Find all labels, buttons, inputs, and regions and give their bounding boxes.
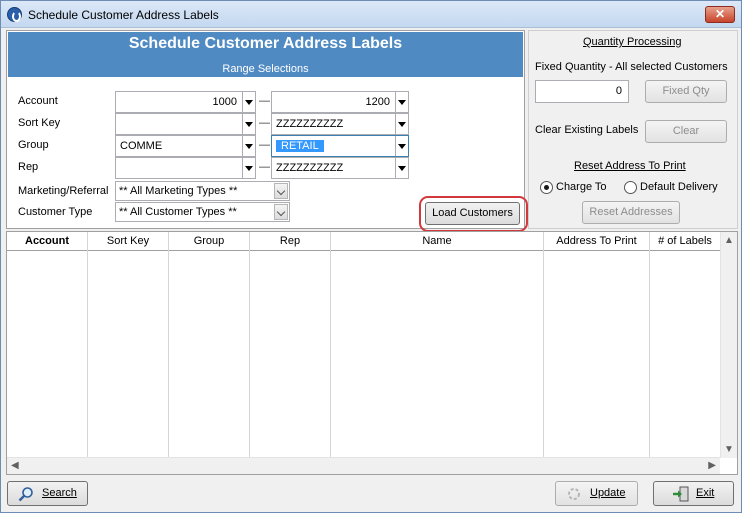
group-from-value: COMME: [120, 140, 163, 152]
customer-grid[interactable]: Account Sort Key Group Rep Name Address …: [6, 231, 738, 475]
account-from-field[interactable]: 1000: [115, 91, 256, 113]
group-from-dropdown-icon[interactable]: [242, 136, 255, 156]
clear-button[interactable]: Clear: [645, 120, 727, 143]
scroll-up-icon[interactable]: ▲: [724, 235, 734, 246]
horizontal-scrollbar[interactable]: ◀ ▶: [7, 457, 720, 474]
range-dash: —: [259, 161, 270, 173]
sort-key-from-field[interactable]: [115, 113, 256, 135]
title-bar[interactable]: Schedule Customer Address Labels ✕: [1, 1, 741, 28]
scroll-down-icon[interactable]: ▼: [724, 444, 734, 455]
rep-to-dropdown-icon[interactable]: [395, 158, 408, 178]
reset-address-title: Reset Address To Print: [574, 160, 686, 172]
fixed-quantity-value: 0: [615, 85, 622, 97]
update-button-label: Update: [590, 487, 626, 499]
close-button[interactable]: ✕: [705, 6, 735, 23]
sort-key-label: Sort Key: [18, 117, 61, 129]
refresh-icon: [568, 488, 580, 500]
window-title: Schedule Customer Address Labels: [28, 8, 219, 22]
sort-key-to-value: ZZZZZZZZZZ: [276, 118, 344, 130]
sort-key-to-field[interactable]: ZZZZZZZZZZ: [271, 113, 409, 135]
page-title: Schedule Customer Address Labels: [128, 35, 403, 52]
rep-to-value: ZZZZZZZZZZ: [276, 162, 344, 174]
column-header-name[interactable]: Name: [331, 232, 544, 251]
marketing-label: Marketing/Referral: [18, 185, 109, 197]
clear-existing-label: Clear Existing Labels: [535, 124, 639, 136]
charge-to-label: Charge To: [556, 181, 607, 193]
rep-to-field[interactable]: ZZZZZZZZZZ: [271, 157, 409, 179]
column-header-group[interactable]: Group: [169, 232, 250, 251]
group-label: Group: [18, 139, 49, 151]
column-header-rep[interactable]: Rep: [250, 232, 331, 251]
customer-type-select-value: ** All Customer Types **: [119, 206, 237, 218]
rep-from-dropdown-icon[interactable]: [242, 158, 255, 178]
quantity-processing-panel: Quantity Processing Fixed Quantity - All…: [528, 30, 738, 229]
quantity-processing-title: Quantity Processing: [583, 36, 682, 48]
load-customers-button[interactable]: Load Customers: [425, 202, 520, 225]
search-button-label: Search: [42, 487, 77, 499]
group-to-dropdown-icon[interactable]: [395, 136, 408, 156]
column-divider: [87, 251, 88, 458]
app-power-icon: [7, 7, 22, 22]
chevron-down-icon: [274, 183, 288, 199]
search-button[interactable]: Search: [7, 481, 88, 506]
range-dash: —: [259, 139, 270, 151]
marketing-select[interactable]: ** All Marketing Types **: [115, 181, 290, 201]
column-divider: [543, 251, 544, 458]
fixed-quantity-input[interactable]: 0: [535, 80, 629, 103]
grid-header: Account Sort Key Group Rep Name Address …: [7, 232, 720, 251]
column-header-sort-key[interactable]: Sort Key: [88, 232, 169, 251]
column-divider: [168, 251, 169, 458]
exit-door-icon: [673, 486, 689, 502]
fixed-qty-button[interactable]: Fixed Qty: [645, 80, 727, 103]
rep-from-field[interactable]: [115, 157, 256, 179]
column-divider: [249, 251, 250, 458]
reset-addresses-button[interactable]: Reset Addresses: [582, 201, 680, 224]
range-dash: —: [259, 95, 270, 107]
vertical-scrollbar[interactable]: ▲ ▼: [720, 232, 737, 458]
fixed-quantity-label: Fixed Quantity - All selected Customers: [535, 61, 728, 73]
default-delivery-radio[interactable]: [624, 181, 637, 194]
sort-key-to-dropdown-icon[interactable]: [395, 114, 408, 134]
account-to-value: 1200: [365, 96, 390, 108]
scroll-right-icon[interactable]: ▶: [708, 460, 716, 471]
column-divider: [649, 251, 650, 458]
exit-button-label: Exit: [696, 487, 715, 499]
account-from-value: 1000: [212, 96, 237, 108]
group-to-field[interactable]: RETAIL: [271, 135, 409, 157]
update-button[interactable]: Update: [555, 481, 638, 506]
customer-type-label: Customer Type: [18, 206, 93, 218]
group-from-field[interactable]: COMME: [115, 135, 256, 157]
sort-key-from-dropdown-icon[interactable]: [242, 114, 255, 134]
exit-button[interactable]: Exit: [653, 481, 734, 506]
account-from-dropdown-icon[interactable]: [242, 92, 255, 112]
marketing-select-value: ** All Marketing Types **: [119, 185, 238, 197]
scroll-left-icon[interactable]: ◀: [11, 460, 19, 471]
rep-label: Rep: [18, 161, 39, 173]
page-subtitle: Range Selections: [222, 63, 309, 75]
column-header-account[interactable]: Account: [7, 232, 88, 251]
column-header-address[interactable]: Address To Print: [544, 232, 650, 251]
chevron-down-icon: [274, 204, 288, 220]
account-to-dropdown-icon[interactable]: [395, 92, 408, 112]
header-band: Schedule Customer Address Labels Range S…: [8, 32, 523, 77]
account-to-field[interactable]: 1200: [271, 91, 409, 113]
column-divider: [330, 251, 331, 458]
range-dash: —: [259, 117, 270, 129]
account-label: Account: [18, 95, 58, 107]
charge-to-radio[interactable]: [540, 181, 553, 194]
default-delivery-label: Default Delivery: [640, 181, 718, 193]
main-window: Schedule Customer Address Labels ✕ Sched…: [0, 0, 742, 513]
group-to-value: RETAIL: [276, 140, 324, 152]
customer-type-select[interactable]: ** All Customer Types **: [115, 202, 290, 222]
column-header-labels[interactable]: # of Labels: [650, 232, 720, 251]
magnifier-icon: [18, 487, 33, 502]
